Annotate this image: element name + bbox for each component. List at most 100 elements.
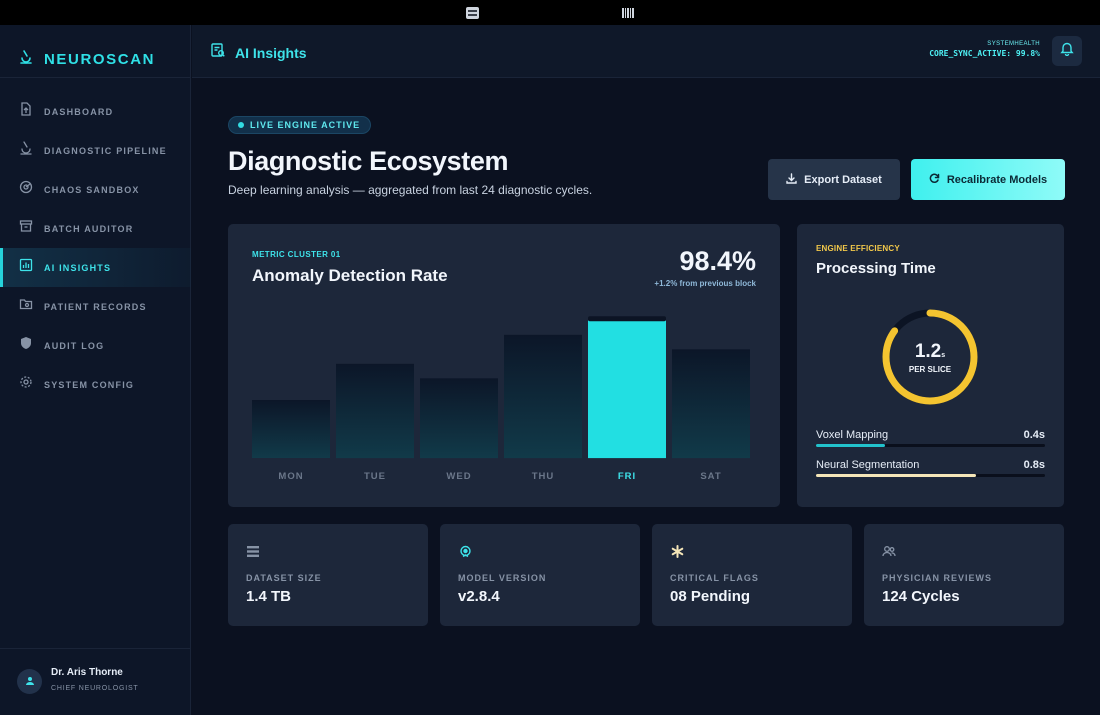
bell-icon [1060, 41, 1074, 61]
refresh-icon [929, 171, 940, 189]
bar-wed[interactable] [420, 378, 498, 459]
tick-label-wed: WED [446, 471, 471, 482]
user-name: Dr. Aris Thorne [51, 667, 123, 678]
bar-thu[interactable] [504, 334, 582, 459]
upload-doc-icon [19, 102, 33, 121]
stat-value: 1.4 TB [246, 588, 292, 605]
live-engine-badge: LIVE ENGINE ACTIVE [228, 116, 372, 134]
page-subtitle: Deep learning analysis — aggregated from… [228, 183, 593, 197]
main-content: LIVE ENGINE ACTIVE Diagnostic Ecosystem … [192, 79, 1100, 715]
metric-value: 98.4% [679, 246, 756, 276]
bar-chart-icon [19, 258, 33, 277]
top-header: AI Insights SYSTEMHEALTH CORE_SYNC_ACTIV… [192, 25, 1100, 78]
sidebar-item-ai-insights[interactable]: AI INSIGHTS [0, 248, 191, 287]
barcode-icon[interactable] [620, 6, 636, 20]
gauge-caption: PER SLICE [908, 364, 952, 374]
live-badge-label: LIVE ENGINE ACTIVE [250, 120, 361, 130]
tick-label-mon: MON [278, 471, 303, 482]
stat-dataset-size[interactable]: DATASET SIZE 1.4 TB [228, 524, 428, 626]
microscope-icon [18, 49, 34, 70]
live-status-dot [238, 122, 244, 128]
sidebar-item-batch-auditor[interactable]: BATCH AUDITOR [0, 209, 191, 248]
gauge-value-number: 1.2 [914, 340, 942, 362]
neural-segmentation-row: Neural Segmentation 0.8s [816, 459, 1045, 477]
anomaly-detection-card: MON TUE WED THU FRI SAT METRIC CLUSTER 01 Ano… [228, 224, 780, 507]
progress-fill [816, 444, 885, 447]
sidebar-item-label: PATIENT RECORDS [44, 301, 147, 312]
radar-icon [19, 180, 33, 199]
recalibrate-models-label: Recalibrate Models [946, 173, 1048, 186]
stat-label: MODEL VERSION [458, 573, 547, 583]
sidebar-item-label: SYSTEM CONFIG [44, 379, 135, 390]
sidebar-item-label: AUDIT LOG [44, 340, 105, 351]
row-label: Voxel Mapping [816, 429, 889, 441]
system-top-strip [0, 0, 1100, 25]
row-label: Neural Segmentation [816, 459, 920, 471]
metric-title: Anomaly Detection Rate [252, 266, 448, 285]
stat-label: PHYSICIAN REVIEWS [882, 573, 993, 583]
brand-logo[interactable]: NEUROSCAN [18, 49, 155, 70]
download-icon [786, 171, 797, 189]
user-profile[interactable]: Dr. Aris Thorne CHIEF NEUROLOGIST [0, 648, 191, 715]
sidebar-item-chaos-sandbox[interactable]: CHAOS SANDBOX [0, 170, 191, 209]
sidebar-item-label: CHAOS SANDBOX [44, 184, 140, 195]
system-health-label: SYSTEMHEALTH [987, 41, 1040, 47]
stat-value: 08 Pending [670, 588, 751, 605]
gauge-readout: 1.2s PER SLICE [879, 306, 981, 408]
efficiency-title: Processing Time [816, 260, 936, 277]
export-dataset-label: Export Dataset [804, 173, 882, 186]
recalibrate-models-button[interactable]: Recalibrate Models [911, 159, 1065, 200]
system-health-value: CORE_SYNC_ACTIVE: 99.8% [929, 49, 1040, 58]
stat-critical-flags[interactable]: CRITICAL FLAGS 08 Pending [652, 524, 852, 626]
user-role: CHIEF NEUROLOGIST [51, 685, 139, 692]
gear-icon [19, 375, 33, 394]
insights-doc-icon [210, 42, 226, 63]
archive-icon [19, 219, 33, 238]
sidebar-item-dashboard[interactable]: DASHBOARD [0, 92, 191, 131]
avatar[interactable] [17, 669, 42, 694]
folder-icon [19, 297, 33, 316]
sidebar-nav: DASHBOARD DIAGNOSTIC PIPELINE CHAOS SAND… [0, 92, 191, 404]
sidebar-divider [0, 77, 191, 78]
sidebar-item-patient-records[interactable]: PATIENT RECORDS [0, 287, 191, 326]
sidebar-item-diagnostic-pipeline[interactable]: DIAGNOSTIC PIPELINE [0, 131, 191, 170]
stat-value: v2.8.4 [458, 588, 500, 605]
stat-label: CRITICAL FLAGS [670, 573, 759, 583]
tick-label-thu: THU [532, 471, 555, 482]
row-value: 0.8s [1023, 459, 1045, 471]
brand-name: NEUROSCAN [44, 51, 156, 68]
progress-fill [816, 474, 977, 477]
efficiency-label: ENGINE EFFICIENCY [816, 244, 900, 253]
user-icon [25, 673, 35, 691]
row-value: 0.4s [1023, 429, 1045, 441]
tick-label-sat: SAT [700, 471, 721, 482]
sidebar-item-label: AI INSIGHTS [44, 262, 112, 273]
bar-tue[interactable] [336, 363, 414, 459]
stat-physician-reviews[interactable]: PHYSICIAN REVIEWS 124 Cycles [864, 524, 1064, 626]
metric-cluster-label: METRIC CLUSTER 01 [252, 250, 341, 259]
export-dataset-button[interactable]: Export Dataset [768, 159, 900, 200]
stat-value: 124 Cycles [882, 588, 960, 605]
sidebar-item-audit-log[interactable]: AUDIT LOG [0, 326, 191, 365]
system-health: SYSTEMHEALTH CORE_SYNC_ACTIVE: 99.8% [929, 41, 1040, 58]
gauge-value-unit: s [941, 351, 946, 359]
page-title: Diagnostic Ecosystem [228, 146, 509, 176]
metric-delta: +1.2% from previous block [654, 279, 756, 288]
voxel-mapping-row: Voxel Mapping 0.4s [816, 429, 1045, 447]
bar-mon[interactable] [252, 400, 330, 458]
notifications-button[interactable] [1052, 36, 1082, 66]
sidebar-item-label: BATCH AUDITOR [44, 223, 134, 234]
app-switcher-icon[interactable] [464, 6, 480, 20]
sidebar-item-system-config[interactable]: SYSTEM CONFIG [0, 365, 191, 404]
bar-sat[interactable] [672, 349, 750, 459]
sidebar: NEUROSCAN DASHBOARD DIAGNOSTIC PIPELINE … [0, 25, 191, 715]
sidebar-item-label: DIAGNOSTIC PIPELINE [44, 145, 167, 156]
progress-track [816, 444, 1045, 447]
asterisk-icon [670, 544, 684, 558]
engine-efficiency-card: ENGINE EFFICIENCY Processing Time 1.2s P… [797, 224, 1064, 507]
bar-fri[interactable] [588, 320, 666, 459]
sidebar-item-label: DASHBOARD [44, 106, 114, 117]
header-title-text: AI Insights [235, 44, 307, 61]
stat-model-version[interactable]: MODEL VERSION v2.8.4 [440, 524, 640, 626]
tick-label-fri: FRI [618, 471, 636, 482]
